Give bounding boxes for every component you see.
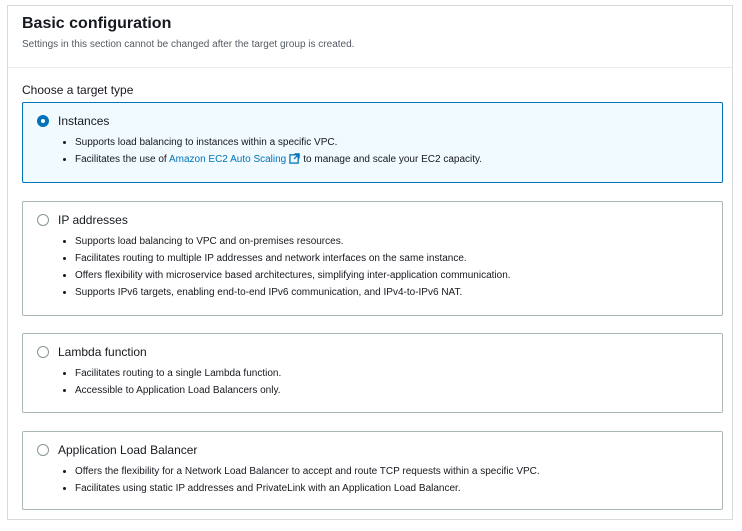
- bullet-item: Supports load balancing to VPC and on-pr…: [58, 235, 511, 252]
- option-bullets-application-load-balancer: Offers the flexibility for a Network Loa…: [58, 465, 540, 499]
- bullet-item-with-link: Facilitates the use of Amazon EC2 Auto S…: [58, 153, 482, 170]
- bullet-item: Facilitates routing to a single Lambda f…: [58, 367, 281, 384]
- bullet-item: Supports IPv6 targets, enabling end-to-e…: [58, 286, 511, 303]
- bullet-item: Facilitates using static IP addresses an…: [58, 482, 540, 499]
- bullet-text-after-link: to manage and scale your EC2 capacity.: [303, 154, 483, 165]
- option-title-instances: Instances: [58, 114, 110, 128]
- bullet-item: Offers the flexibility for a Network Loa…: [58, 465, 540, 482]
- bullet-item: Offers flexibility with microservice bas…: [58, 269, 511, 286]
- radio-application-load-balancer[interactable]: [37, 444, 49, 456]
- option-title-ip-addresses: IP addresses: [58, 213, 128, 227]
- target-type-option-instances[interactable]: Instances Supports load balancing to ins…: [22, 102, 723, 183]
- bullet-text-before-link: Facilitates the use of: [75, 154, 167, 165]
- section-title: Basic configuration: [22, 15, 172, 32]
- radio-ip-addresses[interactable]: [37, 214, 49, 226]
- option-bullets-instances: Supports load balancing to instances wit…: [58, 136, 482, 170]
- panel-header: Basic configuration Settings in this sec…: [8, 6, 732, 68]
- bullet-item: Supports load balancing to instances wit…: [58, 136, 482, 153]
- external-link-icon[interactable]: [289, 153, 300, 164]
- radio-instances[interactable]: [37, 115, 49, 127]
- target-type-option-application-load-balancer[interactable]: Application Load Balancer Offers the fle…: [22, 431, 723, 510]
- option-bullets-ip-addresses: Supports load balancing to VPC and on-pr…: [58, 235, 511, 303]
- basic-configuration-panel: Basic configuration Settings in this sec…: [7, 5, 733, 520]
- target-type-option-lambda-function[interactable]: Lambda function Facilitates routing to a…: [22, 333, 723, 413]
- bullet-item: Accessible to Application Load Balancers…: [58, 384, 281, 401]
- option-title-application-load-balancer: Application Load Balancer: [58, 443, 198, 457]
- option-title-lambda-function: Lambda function: [58, 345, 147, 359]
- target-type-option-ip-addresses[interactable]: IP addresses Supports load balancing to …: [22, 201, 723, 316]
- radio-lambda-function[interactable]: [37, 346, 49, 358]
- section-subtitle: Settings in this section cannot be chang…: [22, 39, 355, 50]
- amazon-ec2-auto-scaling-link[interactable]: Amazon EC2 Auto Scaling: [169, 154, 286, 165]
- target-type-label: Choose a target type: [22, 83, 134, 97]
- bullet-item: Facilitates routing to multiple IP addre…: [58, 252, 511, 269]
- option-bullets-lambda-function: Facilitates routing to a single Lambda f…: [58, 367, 281, 401]
